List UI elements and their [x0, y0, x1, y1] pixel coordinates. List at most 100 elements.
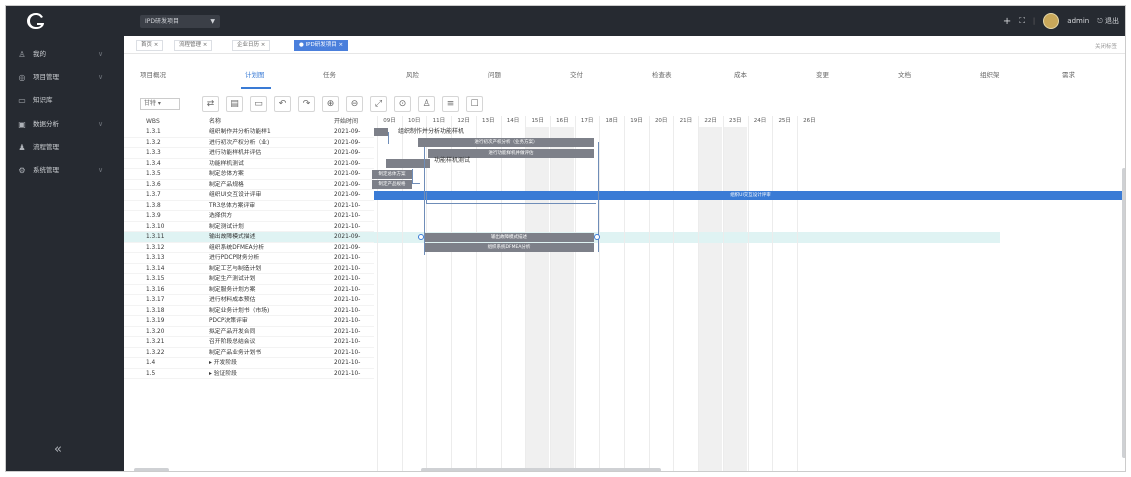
- gantt-vertical-scrollbar[interactable]: [1122, 168, 1125, 458]
- sidebar-item-analytics[interactable]: ▣ 数据分析 ∨: [6, 117, 124, 131]
- export-icon[interactable]: ☐: [466, 96, 483, 112]
- undo-icon[interactable]: ↶: [274, 96, 291, 112]
- close-all-tabs-button[interactable]: 关闭标签: [1095, 42, 1117, 50]
- table-row[interactable]: 1.4 ▸ 开发阶段 2021-10-: [124, 358, 374, 369]
- table-row[interactable]: 1.3.3 进行功能样机并评估 2021-09-: [124, 148, 374, 159]
- table-row[interactable]: 1.3.18 制定业务计划书（市场) 2021-10-: [124, 306, 374, 316]
- project-select[interactable]: IPD研发项目 ▼: [140, 15, 220, 28]
- user-name[interactable]: admin: [1067, 17, 1089, 25]
- table-row[interactable]: 1.3.6 制定产品规格 2021-09-: [124, 180, 374, 190]
- logout-button[interactable]: ⎋ 退出: [1097, 16, 1119, 26]
- table-row[interactable]: 1.3.9 选择供方 2021-10-: [124, 211, 374, 222]
- subnav-issues[interactable]: 问题: [488, 69, 501, 79]
- tab-ipd-project[interactable]: ● IPD研发项目 ×: [294, 40, 349, 51]
- redo-icon[interactable]: ↷: [298, 96, 315, 112]
- tab-home[interactable]: 首页 ×: [136, 40, 164, 51]
- dependency-line: [424, 147, 425, 255]
- table-row[interactable]: 1.3.4 功能样机测试 2021-09-: [124, 159, 374, 169]
- drag-handle[interactable]: [594, 234, 600, 240]
- wbs-cell: 1.3.1: [146, 129, 161, 135]
- subnav-requirements[interactable]: 需求: [1062, 69, 1075, 79]
- table-row[interactable]: 1.3.7 组织UI交互设计评审 2021-09-: [124, 190, 374, 201]
- table-row[interactable]: 1.3.12 组织系统DFMEA分析 2021-09-: [124, 243, 374, 253]
- subnav-risks[interactable]: 风险: [406, 69, 419, 79]
- wbs-cell: 1.3.19: [146, 318, 165, 324]
- plus-icon[interactable]: +: [1003, 16, 1011, 27]
- drag-handle[interactable]: [418, 234, 424, 240]
- subnav-cost[interactable]: 成本: [734, 69, 747, 79]
- avatar[interactable]: [1043, 13, 1060, 29]
- table-row[interactable]: 1.3.2 进行初次产权分析（业) 2021-09-: [124, 138, 374, 148]
- gantt-horizontal-scrollbar[interactable]: [421, 468, 661, 471]
- tab-calendar[interactable]: 企业日历 ×: [232, 40, 271, 51]
- tab-process[interactable]: 流程管理 ×: [174, 40, 213, 51]
- logo-icon: [27, 13, 44, 29]
- table-horizontal-scrollbar[interactable]: [134, 468, 169, 471]
- subnav-plan[interactable]: 计划图: [245, 69, 265, 79]
- user-icon[interactable]: ♙: [418, 96, 435, 112]
- sidebar-item-system[interactable]: ⚙ 系统管理 ∨: [6, 163, 124, 177]
- subnav-deliverables[interactable]: 交付: [570, 69, 583, 79]
- name-cell: 进行材料成本预估: [209, 297, 256, 303]
- table-row[interactable]: 1.3.19 PDCP决策评审 2021-10-: [124, 316, 374, 327]
- wbs-cell: 1.3.12: [146, 244, 165, 251]
- table-row[interactable]: 1.3.11 输出故障模式描述 2021-09-: [124, 232, 374, 243]
- col-header-name: 名称: [209, 118, 222, 125]
- sidebar-item-process[interactable]: ♟ 流程管理: [6, 140, 124, 154]
- wbs-cell: 1.3.5: [146, 171, 161, 177]
- active-tab-indicator: [241, 87, 271, 89]
- task-bar[interactable]: [374, 128, 388, 136]
- task-bar[interactable]: 进行初次产权分析（业务方案）: [418, 138, 594, 147]
- subnav-org[interactable]: 组织架: [980, 69, 1000, 79]
- sidebar-item-label: 系统管理: [33, 166, 59, 174]
- filter-icon[interactable]: ≡: [442, 96, 459, 112]
- collapse-sidebar-icon[interactable]: «: [54, 442, 62, 457]
- table-row[interactable]: 1.3.1 组织制作并分析功能样1 2021-09-: [124, 127, 374, 138]
- task-bar[interactable]: 输出故障模式描述: [424, 232, 594, 242]
- sidebar-item-mine[interactable]: ♙ 我的 ∨: [6, 47, 124, 61]
- table-row[interactable]: 1.3.21 召开阶段总结会议 2021-10-: [124, 337, 374, 348]
- table-row[interactable]: 1.3.22 制定产品业务计划书 2021-10-: [124, 348, 374, 358]
- table-row[interactable]: 1.5 ▸ 验证阶段 2021-10-: [124, 369, 374, 379]
- task-bar[interactable]: 组织系统DFMEA分析: [424, 243, 594, 252]
- view-select[interactable]: 甘特 ▾: [140, 98, 180, 110]
- sidebar-item-projects[interactable]: ◎ 项目管理 ∨: [6, 70, 124, 84]
- start-cell: 2021-09-: [334, 129, 361, 135]
- sidebar-item-knowledge[interactable]: ▭ 知识库: [6, 93, 124, 107]
- subnav-tasks[interactable]: 任务: [323, 69, 336, 79]
- table-row[interactable]: 1.3.16 制定服务计划方案 2021-10-: [124, 285, 374, 295]
- table-row[interactable]: 1.3.10 制定测试计划 2021-10-: [124, 222, 374, 232]
- start-cell: 2021-10-: [334, 213, 361, 219]
- task-bar-label: 组织制作并分析功能样机: [398, 128, 465, 135]
- zoom-out-icon[interactable]: ⊖: [346, 96, 363, 112]
- date-header: 23日: [722, 116, 747, 127]
- subnav-change[interactable]: 变更: [816, 69, 829, 79]
- table-row[interactable]: 1.3.14 制定工艺与制造计划 2021-10-: [124, 264, 374, 274]
- target-icon[interactable]: ⊙: [394, 96, 411, 112]
- wbs-cell: 1.3.18: [146, 307, 165, 314]
- zoom-in-icon[interactable]: ⊕: [322, 96, 339, 112]
- wbs-cell: 1.3.21: [146, 339, 165, 345]
- date-header: 19日: [624, 116, 648, 127]
- frame-icon[interactable]: ▭: [250, 96, 267, 112]
- table-row[interactable]: 1.3.17 进行材料成本预估 2021-10-: [124, 295, 374, 306]
- subnav-docs[interactable]: 文档: [898, 69, 911, 79]
- task-bar[interactable]: 制定产品规格: [372, 180, 412, 189]
- task-bar[interactable]: 制定总体方案: [372, 169, 412, 179]
- sidebar: ♙ 我的 ∨ ◎ 项目管理 ∨ ▭ 知识库 ▣ 数据分析 ∨ ♟ 流程管理 ⚙ …: [6, 36, 124, 471]
- chevron-down-icon: ∨: [98, 73, 104, 81]
- table-row[interactable]: 1.3.13 进行PDCP财务分析 2021-10-: [124, 253, 374, 264]
- indent-icon[interactable]: ⇄: [202, 96, 219, 112]
- list-icon[interactable]: ▤: [226, 96, 243, 112]
- subnav-checklist[interactable]: 检查表: [652, 69, 672, 79]
- name-cell: 输出故障模式描述: [209, 234, 256, 240]
- subnav-overview[interactable]: 项目概况: [140, 69, 166, 79]
- table-row[interactable]: 1.3.15 制定生产测试计划 2021-10-: [124, 274, 374, 285]
- grid-line: [698, 116, 700, 471]
- date-header: 14日: [500, 116, 525, 127]
- table-row[interactable]: 1.3.5 制定总体方案 2021-09-: [124, 169, 374, 180]
- fit-icon[interactable]: ⤢: [370, 96, 387, 112]
- table-row[interactable]: 1.3.8 TR3总体方案评审 2021-10-: [124, 201, 374, 211]
- fullscreen-icon[interactable]: ⛶: [1019, 16, 1025, 26]
- table-row[interactable]: 1.3.20 拟定产品开发合同 2021-10-: [124, 327, 374, 337]
